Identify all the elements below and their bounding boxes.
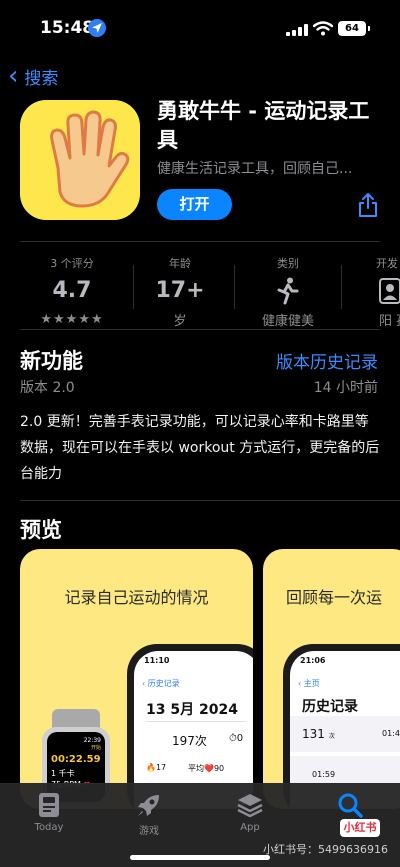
home-indicator <box>130 855 270 860</box>
watch-timer: 00:22.59 <box>51 754 101 765</box>
history-row-value: 131 次 <box>302 727 335 741</box>
back-label: 搜索 <box>24 68 59 89</box>
record-date: 13 5月 2024 <box>146 702 238 718</box>
phone-time: 21:06 <box>300 656 326 665</box>
app-title: 勇敢牛牛 - 运动记录工具 <box>157 99 370 152</box>
info-ratings[interactable]: 3 个评分 4.7 ★★★★★ <box>20 255 124 327</box>
category-label: 类别 <box>277 257 299 270</box>
cellular-signal-icon <box>286 24 308 36</box>
update-time: 14 小时前 <box>313 380 378 396</box>
watermark-id: 小红书号：5499636916 <box>263 843 388 856</box>
search-icon <box>310 790 390 820</box>
version-history-link[interactable]: 版本历史记录 <box>276 348 378 373</box>
info-developer[interactable]: 开发 阳 孩 <box>348 255 400 329</box>
whats-new-title: 新功能 <box>20 349 83 373</box>
preview-screenshot[interactable]: 记录自己运动的情况 11:10 ‹ 历史记录 13 5月 2024 197次 ⏱… <box>20 549 253 809</box>
tab-apps[interactable]: App <box>210 790 290 833</box>
heart-rate-stat: 平均❤️90 <box>188 764 225 773</box>
rocket-icon <box>109 790 189 820</box>
battery-icon: 64 <box>338 21 370 36</box>
tab-label: Today <box>34 822 64 833</box>
open-button[interactable]: 打开 <box>157 189 232 220</box>
divider <box>234 265 235 309</box>
status-time: 15:48 <box>40 18 95 38</box>
calorie-stat: 🔥17 <box>146 763 167 772</box>
watch-clock: 22:39 <box>83 737 101 744</box>
app-icon <box>20 100 140 220</box>
phone-time: 11:10 <box>144 656 170 665</box>
age-unit: 岁 <box>173 314 187 329</box>
release-notes: 2.0 更新！完善手表记录功能，可以记录心率和卡路里等数据，现在可以在手表以 w… <box>20 414 380 482</box>
info-age: 年龄 17+ 岁 <box>130 255 230 329</box>
developer-label: 开发 <box>376 257 398 270</box>
status-bar: 15:48 64 <box>0 0 400 56</box>
watch-calorie: 1 千卡 <box>51 769 75 778</box>
share-icon[interactable] <box>358 192 378 218</box>
developer-name: 阳 孩 <box>379 314 400 329</box>
xiaohongshu-logo: 小红书 <box>340 819 380 837</box>
home-back-link: ‹ 主页 <box>298 679 320 688</box>
divider <box>20 241 380 242</box>
divider <box>146 721 246 722</box>
tab-label: 游戏 <box>139 826 159 837</box>
chevron-left-icon: ‹ <box>8 61 19 91</box>
tab-label: App <box>240 822 260 833</box>
history-title: 历史记录 <box>302 699 358 715</box>
screenshot-caption: 回顾每一次运 <box>286 588 383 607</box>
app-subtitle: 健康生活记录工具，回顾自己... <box>157 161 353 177</box>
history-row-time: 01:59 <box>312 770 336 779</box>
category-name: 健康健美 <box>261 314 314 329</box>
preview-title: 预览 <box>20 518 62 542</box>
running-person-icon <box>238 276 338 306</box>
back-button[interactable]: ‹ 搜索 <box>8 61 59 91</box>
divider <box>20 500 400 501</box>
divider <box>341 265 342 309</box>
raised-hand-icon <box>50 110 130 208</box>
tab-today[interactable]: Today <box>9 790 89 833</box>
tab-search[interactable] <box>310 790 390 822</box>
age-label: 年龄 <box>169 257 191 270</box>
location-arrow-icon <box>88 19 106 37</box>
rating-value: 4.7 <box>52 278 92 303</box>
version-label: 版本 2.0 <box>20 380 75 396</box>
age-value: 17+ <box>155 278 205 303</box>
history-back-link: ‹ 历史记录 <box>142 679 180 688</box>
record-count: 197次 <box>172 734 207 748</box>
stopwatch-icon: ⏱0 <box>229 733 244 744</box>
preview-screenshot[interactable]: 回顾每一次运 21:06 ‹ 主页 历史记录 131次 01:48 01:59 <box>263 549 400 809</box>
watch-start-label: 开始 <box>90 745 101 751</box>
wifi-icon <box>313 21 333 36</box>
tab-games[interactable]: 游戏 <box>109 790 189 837</box>
today-icon <box>9 790 89 820</box>
info-category[interactable]: 类别 健康健美 <box>238 255 338 329</box>
screenshot-caption: 记录自己运动的情况 <box>64 588 209 607</box>
ratings-label: 3 个评分 <box>50 257 94 270</box>
layers-icon <box>210 790 290 820</box>
star-rating-icon: ★★★★★ <box>40 312 104 327</box>
divider <box>20 329 380 330</box>
developer-icon <box>348 276 400 306</box>
history-row-time: 01:48 <box>382 729 400 738</box>
